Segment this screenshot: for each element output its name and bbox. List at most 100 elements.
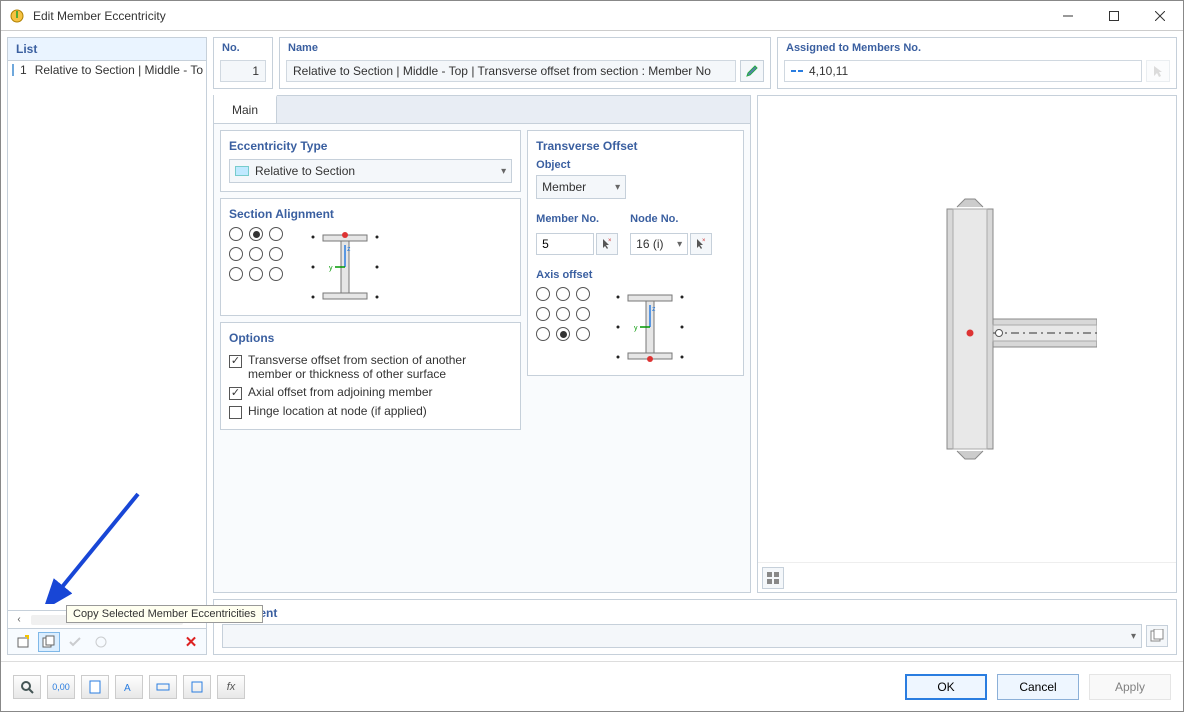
assigned-group: Assigned to Members No. 4,10,11 [777, 37, 1177, 89]
minimize-button[interactable] [1045, 1, 1091, 31]
chevron-down-icon: ▾ [677, 239, 682, 250]
copy-button[interactable] [38, 632, 60, 652]
align-top-left[interactable] [229, 227, 243, 241]
icon-button-5[interactable]: fx [217, 675, 245, 699]
align-bot-right[interactable] [269, 267, 283, 281]
tooltip: Copy Selected Member Eccentricities [66, 605, 263, 623]
app-icon [9, 8, 25, 24]
align-bot-center[interactable] [249, 267, 263, 281]
close-button[interactable] [1137, 1, 1183, 31]
name-group: Name Relative to Section | Middle - Top … [279, 37, 771, 89]
delete-button[interactable]: ✕ [180, 632, 202, 652]
preview-3d[interactable] [758, 96, 1176, 562]
delete-icon: ✕ [185, 633, 198, 651]
opt-hinge-label: Hinge location at node (if applied) [248, 404, 512, 418]
object-value: Member [542, 180, 586, 194]
list-item[interactable]: 1 Relative to Section | Middle - To [8, 61, 206, 79]
grid-icon [156, 680, 170, 694]
edit-name-button[interactable] [740, 60, 764, 82]
list-body[interactable]: 1 Relative to Section | Middle - To [8, 61, 206, 610]
apply-button: Apply [1089, 674, 1171, 700]
pick-member-button[interactable]: × [596, 233, 618, 255]
eccentricity-type-panel: Eccentricity Type Relative to Section ▾ [220, 130, 521, 192]
axis-top-right[interactable] [576, 287, 590, 301]
axis-bot-right[interactable] [576, 327, 590, 341]
align-bot-left[interactable] [229, 267, 243, 281]
annotation-arrow [38, 484, 158, 604]
pick-node-button[interactable]: × [690, 233, 712, 255]
axis-mid-center[interactable] [556, 307, 570, 321]
axis-radio-grid [536, 287, 592, 345]
chevron-down-icon: ▾ [615, 182, 620, 193]
opt-hinge-checkbox[interactable] [229, 406, 242, 419]
preview-panel [757, 95, 1177, 593]
icon-button-4[interactable] [183, 675, 211, 699]
transverse-title: Transverse Offset [536, 139, 735, 153]
preview-options-button[interactable] [762, 567, 784, 589]
axis-top-left[interactable] [536, 287, 550, 301]
icon-button-1[interactable] [81, 675, 109, 699]
text-icon: A [122, 680, 136, 694]
align-top-right[interactable] [269, 227, 283, 241]
help-button[interactable] [13, 675, 41, 699]
icon-button-2[interactable]: A [115, 675, 143, 699]
axis-preview-icon: z y [610, 287, 690, 367]
axis-mid-left[interactable] [536, 307, 550, 321]
node-no-label: Node No. [630, 213, 712, 225]
object-label: Object [536, 159, 735, 171]
pencil-icon [745, 64, 759, 78]
eccentricity-type-title: Eccentricity Type [229, 139, 512, 153]
search-icon [20, 680, 34, 694]
content-panel: Main Eccentricity Type [213, 95, 751, 593]
ok-button[interactable]: OK [905, 674, 987, 700]
align-mid-left[interactable] [229, 247, 243, 261]
tab-main[interactable]: Main [214, 95, 277, 123]
assigned-value: 4,10,11 [809, 64, 848, 78]
align-mid-right[interactable] [269, 247, 283, 261]
icon-button-3[interactable] [149, 675, 177, 699]
member-no-input[interactable] [536, 233, 594, 255]
axis-bot-left[interactable] [536, 327, 550, 341]
options-panel: Options Transverse offset from section o… [220, 322, 521, 430]
axis-top-center[interactable] [556, 287, 570, 301]
chevron-down-icon: ▾ [1131, 631, 1136, 642]
svg-text:A: A [124, 683, 131, 694]
comment-panel: Comment ▾ [213, 599, 1177, 655]
cursor-icon: × [695, 238, 707, 250]
new-button[interactable] [12, 632, 34, 652]
tab-bar: Main [214, 96, 750, 124]
opt-transverse-label: Transverse offset from section of anothe… [248, 353, 512, 381]
maximize-button[interactable] [1091, 1, 1137, 31]
cancel-button[interactable]: Cancel [997, 674, 1079, 700]
comment-more-button[interactable] [1146, 625, 1168, 647]
align-top-center[interactable] [249, 227, 263, 241]
node-no-select[interactable]: 16 (i) ▾ [630, 233, 688, 255]
axis-mid-right[interactable] [576, 307, 590, 321]
axis-bot-center[interactable] [556, 327, 570, 341]
doc-icon [88, 680, 102, 694]
assigned-input[interactable]: 4,10,11 [784, 60, 1142, 82]
options-title: Options [229, 331, 512, 345]
svg-text:y: y [329, 265, 333, 272]
axis-offset-label: Axis offset [536, 269, 735, 281]
object-select[interactable]: Member ▾ [536, 175, 626, 199]
no-label: No. [214, 38, 272, 56]
list-item-icon [12, 64, 14, 76]
window-title: Edit Member Eccentricity [33, 9, 1045, 23]
svg-text:z: z [347, 246, 351, 253]
eccentricity-type-select[interactable]: Relative to Section ▾ [229, 159, 512, 183]
scroll-left-icon[interactable]: ‹ [11, 613, 27, 627]
units-button[interactable]: 0,00 [47, 675, 75, 699]
alignment-radio-grid [229, 227, 285, 285]
titlebar: Edit Member Eccentricity [1, 1, 1183, 31]
node-no-value: 16 (i) [636, 237, 663, 251]
opt-axial-checkbox[interactable] [229, 387, 242, 400]
list-item-text: Relative to Section | Middle - To [35, 63, 203, 77]
comment-select[interactable]: ▾ [222, 624, 1142, 648]
align-mid-center[interactable] [249, 247, 263, 261]
cursor-icon [1151, 64, 1165, 78]
eccentricity-type-value: Relative to Section [255, 164, 355, 178]
section-preview-icon: z y [305, 227, 385, 307]
opt-transverse-checkbox[interactable] [229, 355, 242, 368]
clip-icon [190, 680, 204, 694]
